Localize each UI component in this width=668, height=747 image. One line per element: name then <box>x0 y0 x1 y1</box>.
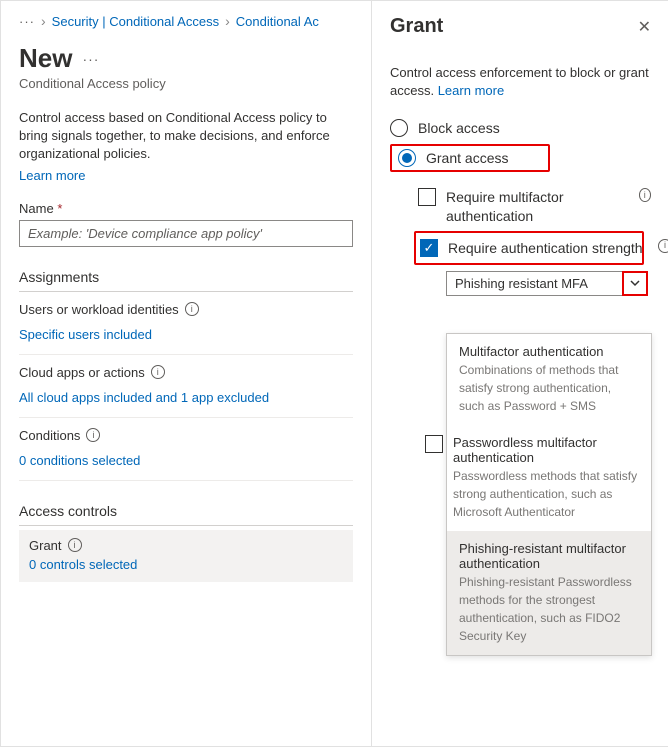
dropdown-option-desc: Combinations of methods that satisfy str… <box>459 361 639 415</box>
chevron-right-icon <box>41 13 46 29</box>
block-access-radio[interactable]: Block access <box>390 114 651 142</box>
grant-panel: Grant ✕ Control access enforcement to bl… <box>371 1 668 746</box>
breadcrumb-item-conditional[interactable]: Conditional Ac <box>236 14 319 29</box>
require-mfa-checkbox-row[interactable]: Require multifactor authentication i <box>390 182 651 230</box>
grant-access-radio[interactable]: Grant access <box>390 144 550 172</box>
name-input[interactable] <box>19 220 353 247</box>
more-actions-icon[interactable]: ··· <box>82 51 99 67</box>
dropdown-option-desc: Passwordless methods that satisfy strong… <box>453 467 639 521</box>
main-content: ··· Security | Conditional Access Condit… <box>1 1 371 746</box>
panel-intro: Control access enforcement to block or g… <box>390 64 651 100</box>
breadcrumb: ··· Security | Conditional Access Condit… <box>19 13 353 29</box>
conditions-label: Conditions <box>19 428 80 443</box>
access-controls-heading: Access controls <box>19 503 353 526</box>
block-access-label: Block access <box>418 120 500 136</box>
info-icon[interactable]: i <box>68 538 82 552</box>
checkbox-icon <box>425 435 443 453</box>
grant-label: Grant <box>29 538 62 553</box>
breadcrumb-item-security[interactable]: Security | Conditional Access <box>52 14 219 29</box>
page-title-text: New <box>19 43 72 74</box>
page-title: New ··· <box>19 43 353 74</box>
chevron-down-icon[interactable] <box>622 271 648 296</box>
name-label: Name * <box>19 201 353 216</box>
users-label: Users or workload identities <box>19 302 179 317</box>
dropdown-option-desc: Phishing-resistant Passwordless methods … <box>459 573 639 645</box>
info-icon[interactable]: i <box>151 365 165 379</box>
auth-strength-dropdown-list: Multifactor authentication Combinations … <box>446 333 652 656</box>
radio-checked-icon <box>398 149 416 167</box>
require-mfa-label: Require multifactor authentication <box>446 188 629 224</box>
checkbox-checked-icon <box>420 239 438 257</box>
require-auth-strength-checkbox-row[interactable]: Require authentication strength i <box>414 231 644 265</box>
require-auth-strength-label: Require authentication strength <box>448 239 643 257</box>
grant-section[interactable]: Grant i 0 controls selected <box>19 530 353 582</box>
users-row[interactable]: Users or workload identities i <box>19 292 353 321</box>
conditions-row[interactable]: Conditions i <box>19 418 353 447</box>
breadcrumb-ellipsis[interactable]: ··· <box>19 14 35 29</box>
info-icon[interactable]: i <box>185 302 199 316</box>
grant-link[interactable]: 0 controls selected <box>29 557 137 572</box>
assignments-heading: Assignments <box>19 269 353 292</box>
dropdown-option-phishing-resistant[interactable]: Phishing-resistant multifactor authentic… <box>447 531 651 655</box>
users-link[interactable]: Specific users included <box>19 321 353 355</box>
panel-title: Grant <box>390 15 443 38</box>
required-indicator: * <box>57 201 62 216</box>
panel-intro-text: Control access enforcement to block or g… <box>390 65 649 98</box>
page-subtitle: Conditional Access policy <box>19 76 353 91</box>
dropdown-option-title: Phishing-resistant multifactor authentic… <box>459 541 639 571</box>
info-icon[interactable]: i <box>658 239 668 253</box>
dropdown-option-mfa[interactable]: Multifactor authentication Combinations … <box>447 334 651 425</box>
dropdown-option-title: Passwordless multifactor authentication <box>453 435 639 465</box>
name-label-text: Name <box>19 201 54 216</box>
radio-icon <box>390 119 408 137</box>
dropdown-option-passwordless[interactable]: Passwordless multifactor authentication … <box>447 425 651 531</box>
checkbox-icon <box>418 188 436 206</box>
learn-more-link[interactable]: Learn more <box>19 168 85 183</box>
apps-row[interactable]: Cloud apps or actions i <box>19 355 353 384</box>
apps-link[interactable]: All cloud apps included and 1 app exclud… <box>19 384 353 418</box>
apps-label: Cloud apps or actions <box>19 365 145 380</box>
info-icon[interactable]: i <box>86 428 100 442</box>
info-icon[interactable]: i <box>639 188 652 202</box>
auth-strength-dropdown[interactable]: Phishing resistant MFA <box>446 271 648 296</box>
conditions-link[interactable]: 0 conditions selected <box>19 447 353 481</box>
close-icon[interactable]: ✕ <box>638 17 651 37</box>
grant-access-label: Grant access <box>426 150 508 166</box>
intro-text: Control access based on Conditional Acce… <box>19 109 353 164</box>
chevron-right-icon <box>225 13 230 29</box>
dropdown-value: Phishing resistant MFA <box>446 271 622 296</box>
panel-learn-more-link[interactable]: Learn more <box>438 83 504 98</box>
dropdown-option-title: Multifactor authentication <box>459 344 639 359</box>
